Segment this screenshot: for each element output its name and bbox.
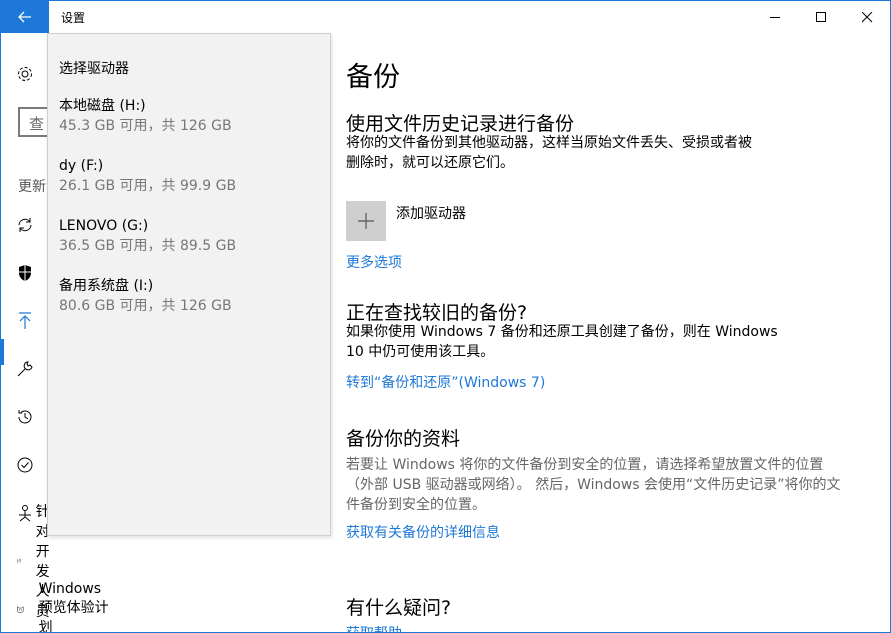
sidebar-item-label: Windows 预览体验计划 [38, 581, 109, 633]
maximize-icon [815, 11, 826, 22]
active-indicator [1, 339, 4, 365]
sidebar-item-windows-insider[interactable]: Windows 预览体验计划 [16, 581, 111, 632]
backup-arrow-up-icon[interactable] [14, 310, 36, 332]
title-bar: 设置 [1, 1, 890, 33]
back-button[interactable] [1, 1, 49, 33]
drive-item[interactable]: 备用系统盘 (I:) 80.6 GB 可用，共 126 GB [59, 276, 319, 316]
add-drive-label[interactable]: 添加驱动器 [396, 203, 466, 223]
questions-heading: 有什么疑问? [346, 597, 452, 619]
back-arrow-icon [18, 11, 31, 23]
drive-capacity: 45.3 GB 可用，共 126 GB [59, 118, 232, 134]
backup-data-desc-1: 若要让 Windows 将你的文件备份到安全的位置，请选择希望放置文件的位置 [346, 457, 824, 473]
search-placeholder: 查 [29, 115, 45, 133]
sidebar-item-for-developers[interactable]: 针对开发人员 [16, 504, 62, 620]
more-options-link[interactable]: 更多选项 [346, 252, 402, 272]
drive-capacity: 26.1 GB 可用，共 99.9 GB [59, 178, 237, 194]
minimize-icon [769, 16, 780, 18]
file-history-desc-2: 删除时，就可以还原它们。 [346, 155, 514, 171]
drive-capacity: 80.6 GB 可用，共 126 GB [59, 298, 232, 314]
drive-name: LENOVO (G:) [59, 218, 149, 234]
drive-name: dy (F:) [59, 158, 104, 174]
windows-defender-shield-icon[interactable] [14, 262, 36, 284]
drive-item[interactable]: LENOVO (G:) 36.5 GB 可用，共 89.5 GB [59, 216, 319, 256]
add-drive-button[interactable] [346, 201, 386, 241]
drive-name: 本地磁盘 (H:) [59, 98, 146, 114]
drive-capacity: 36.5 GB 可用，共 89.5 GB [59, 238, 237, 254]
older-backup-desc-2: 10 中仍可使用该工具。 [346, 344, 495, 360]
get-help-link[interactable]: 获取帮助 [346, 623, 402, 632]
backup-details-link[interactable]: 获取有关备份的详细信息 [346, 522, 500, 542]
file-history-desc-1: 将你的文件备份到其他驱动器，这样当原始文件丢失、受损或者被 [346, 135, 752, 151]
drive-item[interactable]: dy (F:) 26.1 GB 可用，共 99.9 GB [59, 156, 319, 196]
window-title: 设置 [61, 11, 86, 25]
select-drive-flyout: 选择驱动器 本地磁盘 (H:) 45.3 GB 可用，共 126 GB dy (… [47, 33, 331, 536]
recovery-history-icon[interactable] [14, 406, 36, 428]
home-gear-icon[interactable] [14, 63, 36, 85]
section-label: 更新 [18, 179, 46, 195]
backup-restore-win7-link[interactable]: 转到“备份和还原”(Windows 7) [346, 372, 545, 392]
troubleshoot-wrench-icon[interactable] [14, 358, 36, 380]
find-my-device-person-icon[interactable] [14, 502, 36, 524]
backup-data-desc-3: 件备份到安全的位置。 [346, 497, 486, 513]
backup-data-heading: 备份你的资料 [346, 428, 461, 450]
file-history-heading: 使用文件历史记录进行备份 [346, 113, 575, 135]
older-backup-heading: 正在查找较旧的备份? [346, 302, 528, 324]
drive-name: 备用系统盘 (I:) [59, 278, 154, 294]
developer-tools-icon [17, 558, 21, 564]
nav-sidebar: 查 更新 针对开发人员 Windows 预览体验计划 [1, 33, 109, 632]
close-button[interactable] [844, 1, 890, 33]
minimize-button[interactable] [752, 1, 798, 33]
windows-update-sync-icon[interactable] [14, 214, 36, 236]
flyout-title: 选择驱动器 [59, 61, 129, 77]
plus-icon [358, 213, 374, 229]
page-title: 备份 [346, 62, 400, 93]
maximize-button[interactable] [798, 1, 844, 33]
settings-window: 设置 查 更新 针对开发人员 Windows 预览体验计划 备份 使用文件历史记… [0, 0, 891, 633]
drive-item[interactable]: 本地磁盘 (H:) 45.3 GB 可用，共 126 GB [59, 96, 319, 136]
backup-data-desc-2: （外部 USB 驱动器或网络）。 然后，Windows 会使用“文件历史记录”将… [346, 477, 841, 493]
activation-check-icon[interactable] [14, 454, 36, 476]
close-icon [861, 11, 872, 22]
older-backup-desc-1: 如果你使用 Windows 7 备份和还原工具创建了备份，则在 Windows [346, 324, 778, 340]
insider-program-icon [17, 606, 24, 613]
